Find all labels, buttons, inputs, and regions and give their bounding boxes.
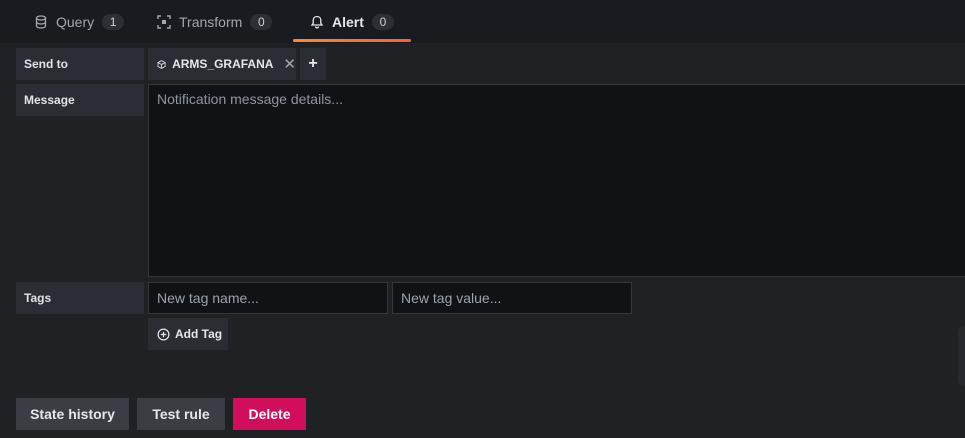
tab-query[interactable]: Query 1 xyxy=(34,0,125,43)
tags-label: Tags xyxy=(16,282,144,314)
add-channel-button[interactable]: + xyxy=(300,48,326,80)
channel-name: ARMS_GRAFANA xyxy=(172,57,274,71)
add-tag-button[interactable]: Add Tag xyxy=(148,318,228,350)
side-drawer-handle[interactable] xyxy=(958,326,965,386)
tab-bar: Query 1 Transform 0 Alert 0 xyxy=(0,0,965,43)
send-to-label: Send to xyxy=(16,48,144,80)
add-tag-label: Add Tag xyxy=(175,327,223,341)
tab-count-badge: 0 xyxy=(250,13,273,30)
bell-icon xyxy=(310,15,324,28)
tab-alert[interactable]: Alert 0 xyxy=(310,0,394,43)
cube-icon xyxy=(157,59,166,69)
database-icon xyxy=(35,14,47,29)
transform-icon xyxy=(157,14,171,29)
notification-channel-chip[interactable]: ARMS_GRAFANA ✕ xyxy=(148,48,296,80)
tab-count-badge: 0 xyxy=(371,13,394,30)
tab-transform[interactable]: Transform 0 xyxy=(157,0,273,43)
active-tab-indicator xyxy=(293,39,411,42)
tag-name-input[interactable] xyxy=(148,282,388,314)
test-rule-button[interactable]: Test rule xyxy=(137,398,225,430)
close-icon[interactable]: ✕ xyxy=(283,55,296,73)
plus-circle-icon xyxy=(157,328,170,340)
tab-label: Alert xyxy=(332,13,364,30)
tag-value-input[interactable] xyxy=(392,282,632,314)
message-textarea[interactable] xyxy=(148,84,965,277)
tab-label: Transform xyxy=(179,13,243,30)
state-history-button[interactable]: State history xyxy=(16,398,129,430)
message-label: Message xyxy=(16,84,144,116)
tab-count-badge: 1 xyxy=(102,13,125,30)
delete-button[interactable]: Delete xyxy=(233,398,306,430)
plus-icon: + xyxy=(308,55,318,72)
tab-label: Query xyxy=(56,13,95,30)
